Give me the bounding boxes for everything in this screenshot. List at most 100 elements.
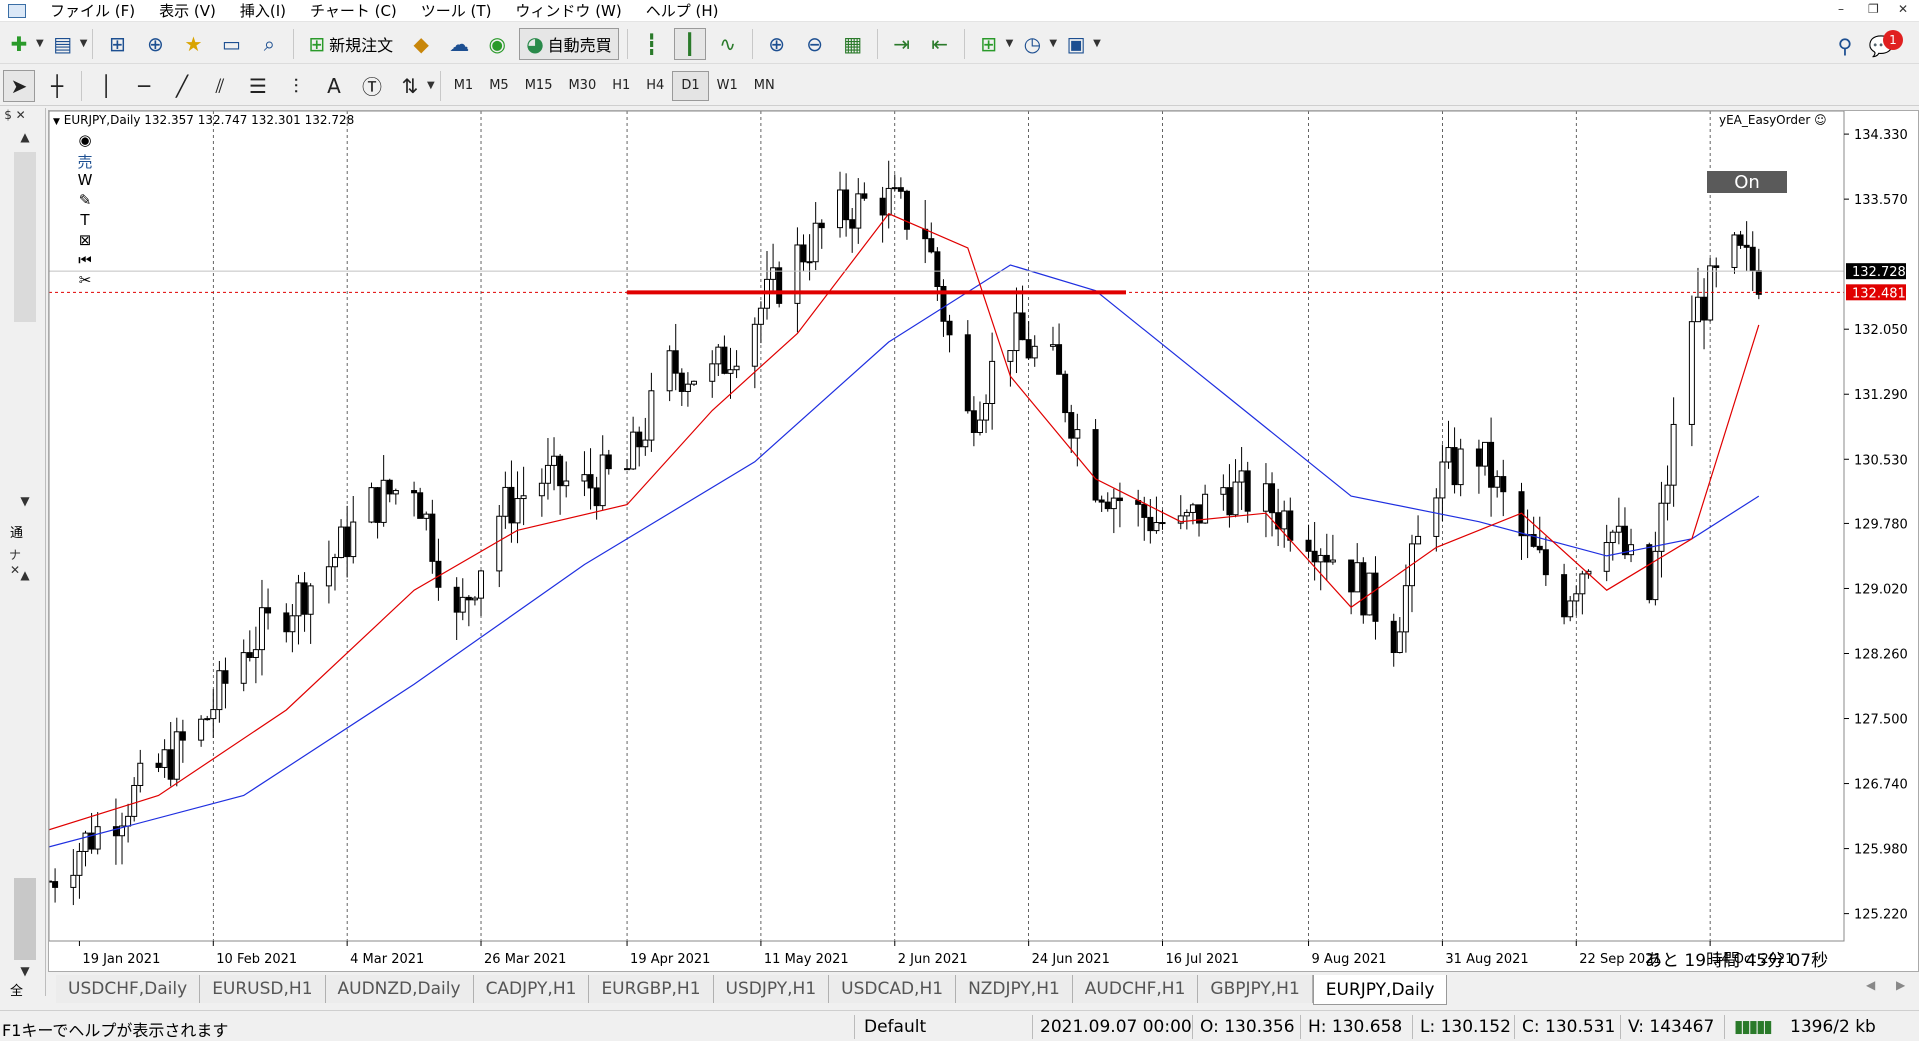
status-profile[interactable]: Default [864, 1017, 926, 1037]
market-watch-button[interactable]: ⊞ [101, 28, 133, 60]
chart-tab[interactable]: USDJPY,H1 [713, 975, 830, 1003]
menu-chart[interactable]: チャート (C) [298, 0, 409, 21]
chart-tab[interactable]: USDCHF,Daily [56, 975, 201, 1003]
navigator-button[interactable]: ★ [177, 28, 209, 60]
scissors-icon[interactable]: ✂ [73, 271, 97, 291]
timeframe-m1[interactable]: M1 [446, 71, 482, 101]
bar-chart-button[interactable]: ┇ [636, 28, 668, 60]
price-tick-label: 126.740 [1854, 778, 1908, 793]
timeframe-m15[interactable]: M15 [517, 71, 561, 101]
crosshair-button[interactable]: ┼ [41, 70, 73, 102]
cursor-button[interactable]: ➤ [3, 69, 35, 102]
metaeditor-button[interactable]: ◆ [405, 28, 437, 60]
zoom-in-button[interactable]: ⊕ [761, 28, 793, 60]
eye-icon[interactable]: ◉ [73, 131, 97, 151]
candle-body [544, 464, 551, 484]
w-icon[interactable]: W [73, 171, 97, 191]
sell-icon[interactable]: 売 [73, 151, 97, 171]
auto-trading-button[interactable]: ◕ 自動売買 [519, 27, 619, 60]
timeframe-w1[interactable]: W1 [709, 71, 746, 101]
restore-icon[interactable]: ❐ [1868, 2, 1879, 16]
timeframe-h1[interactable]: H1 [604, 71, 638, 101]
candle-chart-button[interactable]: ┃ [673, 27, 706, 60]
chart-window[interactable]: 19 Jan 2021 10 Feb 2021 4 Mar 2021 26 Mar 2… [48, 110, 1919, 972]
navigator-scrollbar[interactable] [14, 152, 36, 322]
new-order-button[interactable]: ⊞ 新規注文 [302, 28, 399, 60]
scroll-down-icon[interactable]: ▼ [14, 494, 36, 508]
chart-tab[interactable]: NZDJPY,H1 [956, 975, 1073, 1003]
templates-button[interactable]: ▣ [1060, 28, 1092, 60]
menu-view[interactable]: 表示 (V) [147, 0, 228, 21]
indicators-button[interactable]: ⊞ [973, 28, 1005, 60]
new-chart-button[interactable]: ✚ [3, 28, 35, 60]
profiles-button[interactable]: ▤ [47, 28, 79, 60]
crosshair-icon: ┼ [50, 73, 64, 98]
text-icon[interactable]: T [73, 211, 97, 231]
close-icon[interactable]: ✕ [1898, 2, 1908, 16]
ea-on-button[interactable]: On [1707, 171, 1787, 193]
search-button[interactable]: ⚲ [1829, 30, 1861, 62]
chart-tab[interactable]: EURGBP,H1 [589, 975, 714, 1003]
periods-button[interactable]: ◷ [1016, 28, 1048, 60]
scroll-down-icon[interactable]: ▼ [14, 964, 36, 978]
chart-tab[interactable]: EURJPY,Daily [1312, 975, 1448, 1005]
chevron-down-icon[interactable]: ▼ [1093, 38, 1101, 49]
chart-shift-button[interactable]: ⇤ [924, 28, 956, 60]
timeframe-m5[interactable]: M5 [481, 71, 517, 101]
auto-scroll-button[interactable]: ⇥ [886, 28, 918, 60]
timeframe-mn[interactable]: MN [746, 71, 783, 101]
price-chart[interactable]: 19 Jan 2021 10 Feb 2021 4 Mar 2021 26 Mar 2… [49, 111, 1918, 971]
grid-icon[interactable]: ⊠ [73, 231, 97, 251]
scroll-up-icon[interactable]: ▲ [14, 130, 36, 144]
signals-button[interactable]: ◉ [481, 28, 513, 60]
line-chart-button[interactable]: ∿ [712, 28, 744, 60]
equidistant-channel-button[interactable]: ⫽ [204, 70, 236, 102]
candle-body [1713, 265, 1720, 268]
chevron-down-icon[interactable]: ▼ [427, 80, 435, 91]
text-button[interactable]: A [318, 70, 350, 102]
tab-scroll-right-icon[interactable]: ▶ [1896, 978, 1905, 992]
navigator-tab-common[interactable]: 通 [10, 522, 23, 541]
chevron-down-icon[interactable]: ▼ [1049, 38, 1057, 49]
rewind-icon[interactable]: ⏮ [73, 251, 97, 271]
menu-file[interactable]: ファイル (F) [38, 0, 147, 21]
data-window-button[interactable]: ⊕ [139, 28, 171, 60]
trendline-button[interactable]: ╱ [166, 70, 198, 102]
chevron-down-icon[interactable]: ▼ [1006, 38, 1014, 49]
magnifier-chart-icon: ⌕ [263, 31, 275, 56]
vertical-line-button[interactable]: │ [90, 70, 122, 102]
navigator-scrollbar-2[interactable] [14, 878, 36, 960]
horizontal-line-button[interactable]: ─ [128, 70, 160, 102]
zoom-out-button[interactable]: ⊖ [799, 28, 831, 60]
chart-tab[interactable]: AUDCHF,H1 [1072, 975, 1199, 1003]
fibo-fan-button[interactable]: ⫶ [280, 70, 312, 102]
profiles-icon: ▤ [53, 31, 73, 56]
menu-window[interactable]: ウィンドウ (W) [503, 0, 633, 21]
chart-tab[interactable]: USDCAD,H1 [829, 975, 957, 1003]
chart-tab[interactable]: CADJPY,H1 [473, 975, 590, 1003]
pencil-icon[interactable]: ✎ [73, 191, 97, 211]
notifications-button[interactable]: 💬 1 [1865, 30, 1903, 62]
navigator-tab-all[interactable]: 全 [10, 980, 23, 999]
cloud-button[interactable]: ☁ [443, 28, 475, 60]
text-label-button[interactable]: Ⓣ [356, 70, 388, 102]
scroll-up-icon[interactable]: ▲ [14, 568, 36, 582]
chart-tab[interactable]: AUDNZD,Daily [325, 975, 474, 1003]
menu-insert[interactable]: 挿入(I) [228, 0, 298, 21]
strategy-tester-button[interactable]: ⌕ [253, 28, 285, 60]
timeframe-h4[interactable]: H4 [638, 71, 672, 101]
minimize-icon[interactable]: – [1838, 2, 1844, 16]
chevron-down-icon[interactable]: ▼ [80, 38, 88, 49]
tab-scroll-left-icon[interactable]: ◀ [1866, 978, 1875, 992]
chart-tab[interactable]: EURUSD,H1 [200, 975, 326, 1003]
arrows-button[interactable]: ⇅ [394, 70, 426, 102]
chart-tab[interactable]: GBPJPY,H1 [1198, 975, 1313, 1003]
timeframe-m30[interactable]: M30 [560, 71, 604, 101]
timeframe-d1[interactable]: D1 [672, 70, 709, 101]
fibo-button[interactable]: ☰ [242, 70, 274, 102]
terminal-button[interactable]: ▭ [215, 28, 247, 60]
chevron-down-icon[interactable]: ▼ [36, 38, 44, 49]
menu-help[interactable]: ヘルプ (H) [634, 0, 731, 21]
menu-tools[interactable]: ツール (T) [409, 0, 504, 21]
tile-windows-button[interactable]: ▦ [837, 28, 869, 60]
